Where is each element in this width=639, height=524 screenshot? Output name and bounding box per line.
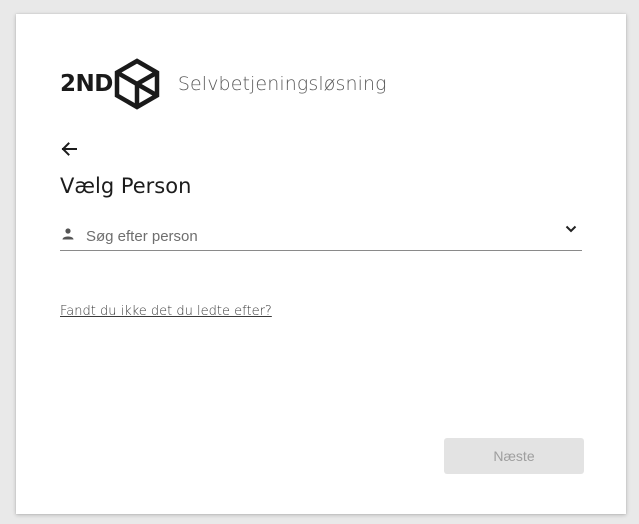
header: 2ND Selvbetjeningsløsning (60, 58, 387, 110)
next-button[interactable]: Næste (444, 438, 584, 474)
person-search-input[interactable] (86, 225, 546, 247)
chevron-down-icon[interactable] (564, 222, 578, 236)
brand-logo: 2ND (60, 58, 160, 110)
login-card: 2ND Selvbetjeningsløsning Vælg Person Sø… (16, 14, 626, 514)
arrow-left-icon[interactable] (60, 140, 78, 158)
page-title: Vælg Person (60, 174, 192, 198)
help-link[interactable]: Fandt du ikke det du ledte efter? (60, 304, 272, 319)
app-title: Selvbetjeningsløsning (177, 73, 387, 95)
person-icon (62, 228, 74, 240)
person-search-field[interactable] (60, 220, 582, 251)
logo-text: 2ND (60, 71, 113, 97)
cube-logo-icon (114, 58, 160, 110)
